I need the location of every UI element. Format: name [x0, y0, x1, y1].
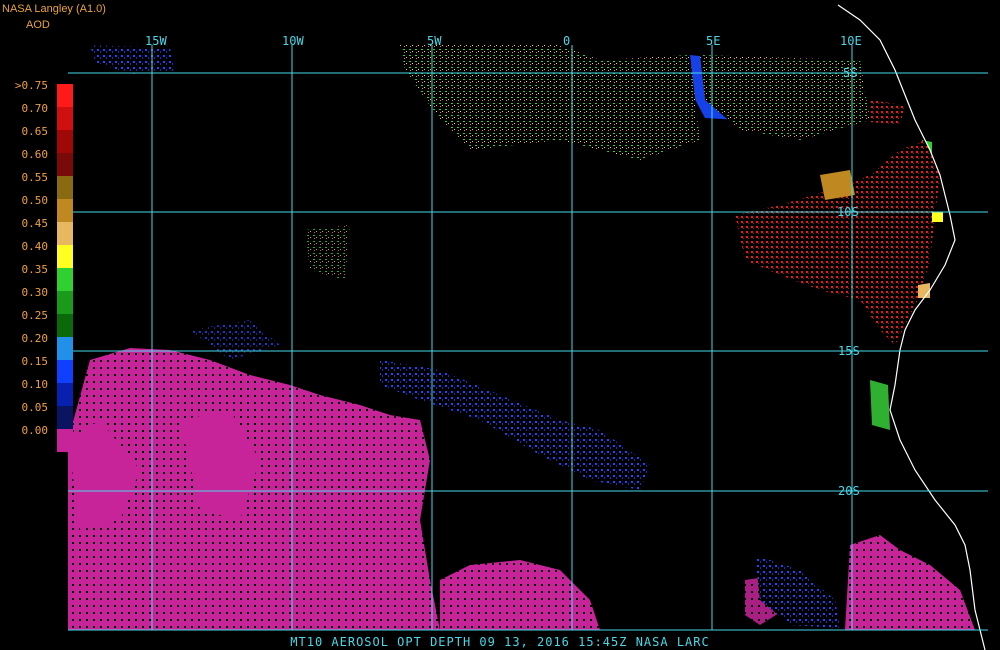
legend-label: 0.35	[21, 263, 49, 276]
legend-swatch	[57, 291, 73, 314]
legend-swatch	[57, 153, 73, 176]
legend-swatch	[57, 406, 73, 429]
lon-label-15w: 15W	[145, 34, 167, 48]
lon-label-10e: 10E	[840, 34, 862, 48]
lat-label-10s: 10S	[837, 205, 859, 219]
legend-swatch	[57, 130, 73, 153]
legend-label: >0.75	[14, 79, 48, 92]
lat-label-5s: 5S	[843, 66, 858, 80]
legend-label: 0.70	[21, 102, 49, 115]
legend-swatch	[57, 429, 73, 452]
lat-label-15s: 15S	[838, 344, 860, 358]
legend-swatch	[57, 268, 73, 291]
legend-label: 0.25	[21, 309, 49, 322]
legend-label: 0.00	[21, 424, 49, 437]
legend-label: 0.40	[21, 240, 49, 253]
legend-swatch	[57, 314, 73, 337]
legend-swatch	[57, 245, 73, 268]
legend-swatch	[57, 107, 73, 130]
legend-swatch	[57, 337, 73, 360]
aod-high-region	[735, 100, 943, 345]
legend-label: 0.20	[21, 332, 49, 345]
legend-label: 0.65	[21, 125, 49, 138]
legend-swatch	[57, 222, 73, 245]
legend-label: 0.05	[21, 401, 49, 414]
lon-label-10w: 10W	[282, 34, 304, 48]
legend-label: 0.30	[21, 286, 49, 299]
legend-label: 0.50	[21, 194, 49, 207]
legend-swatch	[57, 199, 73, 222]
lon-label-5e: 5E	[706, 34, 721, 48]
legend-label: 0.60	[21, 148, 49, 161]
producer-label: NASA Langley (A1.0)	[2, 3, 106, 15]
legend-swatch	[57, 360, 73, 383]
lon-label-5w: 5W	[427, 34, 442, 48]
lon-label-0: 0	[563, 34, 571, 48]
legend-label: 0.15	[21, 355, 49, 368]
legend-label: 0.55	[21, 171, 49, 184]
legend-swatch	[57, 176, 73, 199]
aod-map	[68, 4, 988, 650]
footer-caption: MT10 AEROSOL OPT DEPTH 09 13, 2016 15:45…	[290, 635, 710, 649]
lat-label-20s: 20S	[838, 484, 860, 498]
legend-label: 0.10	[21, 378, 49, 391]
legend-swatch	[57, 383, 73, 406]
legend-label: 0.45	[21, 217, 49, 230]
product-label: AOD	[26, 19, 50, 31]
legend-swatch	[57, 84, 73, 107]
